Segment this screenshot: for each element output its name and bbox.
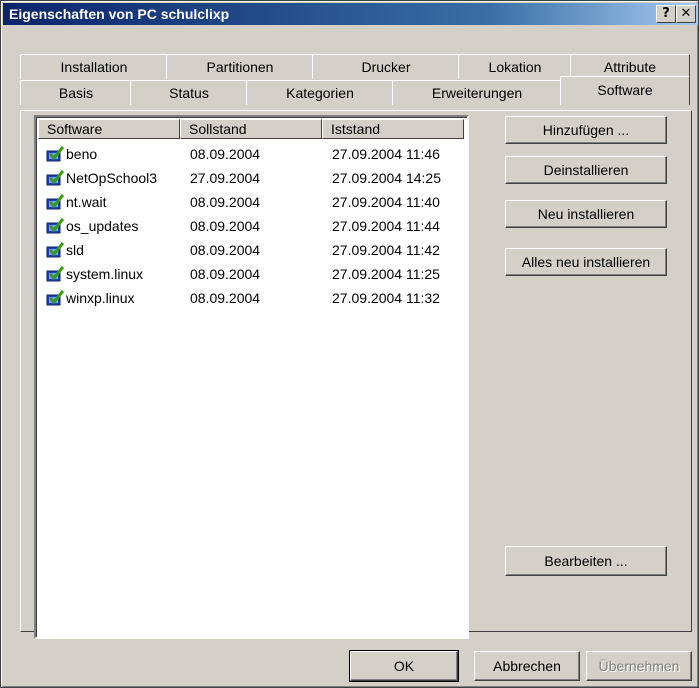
add-button[interactable]: Hinzufügen ... — [505, 116, 667, 144]
software-name: winxp.linux — [66, 290, 135, 306]
tab-drucker[interactable]: Drucker — [312, 54, 460, 79]
ok-button[interactable]: OK — [349, 650, 459, 682]
reinstall-button[interactable]: Neu installieren — [505, 200, 667, 228]
package-check-icon — [46, 218, 64, 234]
list-item[interactable]: os_updates 08.09.2004 27.09.2004 11:44 — [40, 215, 460, 237]
package-check-icon — [46, 194, 64, 210]
list-item[interactable]: winxp.linux 08.09.2004 27.09.2004 11:32 — [40, 287, 460, 309]
sollstand-value: 08.09.2004 — [190, 146, 261, 162]
tab-software[interactable]: Software — [560, 76, 690, 105]
tab-label: Status — [169, 85, 209, 101]
iststand-value: 27.09.2004 11:46 — [332, 146, 440, 162]
tab-label: Lokation — [488, 59, 542, 75]
tab-installation[interactable]: Installation — [20, 54, 168, 79]
software-name: NetOpSchool3 — [66, 170, 158, 186]
sollstand-value: 08.09.2004 — [190, 242, 261, 258]
tab-label: Drucker — [361, 59, 411, 75]
sollstand-value: 08.09.2004 — [190, 218, 261, 234]
tab-label: Software — [597, 82, 653, 98]
tab-lokation[interactable]: Lokation — [458, 54, 572, 79]
list-item[interactable]: nt.wait 08.09.2004 27.09.2004 11:40 — [40, 191, 460, 213]
button-label: Deinstallieren — [543, 162, 629, 178]
list-item[interactable]: NetOpSchool3 27.09.2004 27.09.2004 14:25 — [40, 167, 460, 189]
iststand-value: 27.09.2004 11:44 — [332, 218, 440, 234]
window-title: Eigenschaften von PC schulclixp — [9, 6, 230, 22]
help-button[interactable]: ? — [656, 5, 676, 23]
software-name: sld — [66, 242, 84, 258]
list-item[interactable]: beno 08.09.2004 27.09.2004 11:46 — [40, 143, 460, 165]
package-check-icon — [46, 290, 64, 306]
sollstand-value: 08.09.2004 — [190, 266, 261, 282]
package-check-icon — [46, 242, 64, 258]
sollstand-value: 08.09.2004 — [190, 290, 261, 306]
title-bar[interactable]: Eigenschaften von PC schulclixp ? ✕ — [3, 3, 698, 25]
iststand-value: 27.09.2004 11:42 — [332, 242, 440, 258]
tab-erweiterungen[interactable]: Erweiterungen — [392, 80, 562, 105]
iststand-value: 27.09.2004 11:32 — [332, 290, 440, 306]
software-name: system.linux — [66, 266, 144, 282]
software-list[interactable]: Software Sollstand Iststand beno 08.09.20… — [34, 115, 469, 639]
uninstall-button[interactable]: Deinstallieren — [505, 156, 667, 184]
package-check-icon — [46, 146, 64, 162]
software-name: nt.wait — [66, 194, 107, 210]
button-label: Bearbeiten ... — [544, 553, 628, 569]
software-name: beno — [66, 146, 98, 162]
button-label: Alles neu installieren — [521, 254, 651, 270]
list-item[interactable]: system.linux 08.09.2004 27.09.2004 11:25 — [40, 263, 460, 285]
reinstall-all-button[interactable]: Alles neu installieren — [505, 248, 667, 276]
tab-partitionen[interactable]: Partitionen — [166, 54, 314, 79]
column-header-sollstand[interactable]: Sollstand — [180, 119, 322, 139]
column-header-label: Sollstand — [189, 121, 247, 137]
button-label: OK — [393, 658, 415, 674]
column-header-software[interactable]: Software — [38, 119, 180, 139]
edit-button[interactable]: Bearbeiten ... — [505, 546, 667, 576]
apply-button: Übernehmen — [586, 651, 692, 681]
tab-status[interactable]: Status — [130, 80, 248, 105]
list-item[interactable]: sld 08.09.2004 27.09.2004 11:42 — [40, 239, 460, 261]
tab-label: Basis — [58, 85, 94, 101]
tab-basis[interactable]: Basis — [20, 80, 132, 105]
tab-label: Installation — [60, 59, 128, 75]
iststand-value: 27.09.2004 11:25 — [332, 266, 440, 282]
tab-label: Erweiterungen — [431, 85, 523, 101]
column-header-label: Software — [47, 121, 103, 137]
iststand-value: 27.09.2004 14:25 — [332, 170, 441, 186]
tab-label: Partitionen — [206, 59, 274, 75]
column-header-label: Iststand — [331, 121, 381, 137]
column-header-iststand[interactable]: Iststand — [322, 119, 464, 139]
button-label: Hinzufügen ... — [542, 122, 630, 138]
tab-label: Kategorien — [286, 85, 354, 101]
tab-kategorien[interactable]: Kategorien — [246, 80, 394, 105]
package-check-icon — [46, 266, 64, 282]
iststand-value: 27.09.2004 11:40 — [332, 194, 440, 210]
button-label: Neu installieren — [537, 206, 635, 222]
sollstand-value: 08.09.2004 — [190, 194, 261, 210]
sollstand-value: 27.09.2004 — [190, 170, 261, 186]
button-label: Abbrechen — [493, 658, 561, 674]
close-button[interactable]: ✕ — [676, 5, 696, 23]
tab-label: Attribute — [603, 59, 657, 75]
cancel-button[interactable]: Abbrechen — [474, 651, 580, 681]
package-check-icon — [46, 170, 64, 186]
software-name: os_updates — [66, 218, 139, 234]
button-label: Übernehmen — [598, 658, 680, 674]
